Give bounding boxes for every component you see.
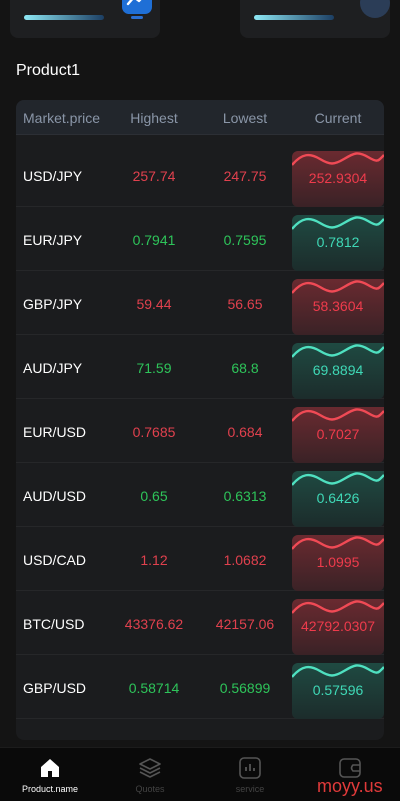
highest-value: 71.59 — [136, 360, 172, 376]
tab-label: Product.name — [21, 784, 79, 794]
quotes-table: Market.price Highest Lowest Current USD/… — [16, 100, 384, 740]
current-price-box: 0.7812 — [292, 215, 384, 271]
chart-monitor-stand — [131, 16, 143, 19]
column-header-current: Current — [314, 110, 362, 126]
current-value: 69.8894 — [312, 362, 364, 378]
current-price-box: 42792.0307 — [292, 599, 384, 655]
table-row[interactable]: GBP/JPY 59.44 56.65 58.3604 — [16, 271, 384, 335]
lowest-value: 68.8 — [231, 360, 259, 376]
current-value: 252.9304 — [308, 170, 368, 186]
table-row[interactable]: AUD/USD 0.65 0.6313 0.6426 — [16, 463, 384, 527]
symbol-label: BTC/USD — [23, 616, 85, 632]
bell-backdrop — [360, 0, 390, 18]
symbol-label: GBP/JPY — [23, 296, 83, 312]
top-card-left[interactable] — [10, 0, 160, 38]
symbol-label: USD/JPY — [23, 168, 83, 184]
table-row[interactable]: EUR/USD 0.7685 0.684 0.7027 — [16, 399, 384, 463]
home-icon — [41, 759, 59, 777]
highest-value: 43376.62 — [124, 616, 184, 632]
tab-label: service — [235, 784, 265, 794]
watermark: moyy.us — [317, 776, 383, 796]
symbol-label: AUD/JPY — [23, 360, 83, 376]
highest-value: 0.58714 — [128, 680, 180, 696]
table-row[interactable]: GBP/USD 0.58714 0.56899 0.57596 — [16, 655, 384, 719]
tab-service[interactable]: service — [200, 748, 300, 801]
lowest-value: 1.0682 — [223, 552, 267, 568]
table-row[interactable]: USD/CAD 1.12 1.0682 1.0995 — [16, 527, 384, 591]
column-header-lowest: Lowest — [222, 110, 268, 126]
current-price-box: 0.6426 — [292, 471, 384, 527]
table-row[interactable]: EUR/JPY 0.7941 0.7595 0.7812 — [16, 207, 384, 271]
page-title: Product1 — [16, 62, 81, 79]
highest-value: 0.65 — [140, 488, 168, 504]
current-value: 42792.0307 — [301, 618, 375, 634]
tab-home[interactable]: Product.name — [0, 748, 100, 801]
symbol-label: AUD/USD — [23, 488, 87, 504]
current-value: 0.7812 — [316, 234, 360, 250]
highest-value: 0.7685 — [132, 424, 176, 440]
current-value: 0.6426 — [316, 490, 360, 506]
top-card-right[interactable] — [240, 0, 390, 38]
lowest-value: 0.56899 — [219, 680, 271, 696]
table-row[interactable]: USD/JPY 257.74 247.75 252.9304 — [16, 143, 384, 207]
symbol-label: GBP/USD — [23, 680, 87, 696]
table-row[interactable]: AUD/JPY 71.59 68.8 69.8894 — [16, 335, 384, 399]
column-header-highest: Highest — [130, 110, 178, 126]
lowest-value: 56.65 — [227, 296, 263, 312]
current-price-box: 0.7027 — [292, 407, 384, 463]
chart-monitor-icon — [122, 0, 152, 14]
highest-value: 1.12 — [140, 552, 168, 568]
current-price-box: 252.9304 — [292, 151, 384, 207]
tab-label: Quotes — [135, 784, 165, 794]
highest-value: 257.74 — [132, 168, 176, 184]
current-value: 0.7027 — [316, 426, 360, 442]
lowest-value: 0.7595 — [223, 232, 267, 248]
column-header-market: Market.price — [23, 110, 101, 126]
current-price-box: 69.8894 — [292, 343, 384, 399]
table-header: Market.price Highest Lowest Current — [16, 100, 384, 135]
highest-value: 59.44 — [136, 296, 172, 312]
lowest-value: 0.6313 — [223, 488, 267, 504]
current-price-box: 1.0995 — [292, 535, 384, 591]
lowest-value: 0.684 — [227, 424, 263, 440]
tab-quotes[interactable]: Quotes — [100, 748, 200, 801]
current-value: 0.57596 — [312, 682, 364, 698]
symbol-label: EUR/USD — [23, 424, 87, 440]
layers-icon — [139, 758, 161, 778]
lowest-value: 42157.06 — [215, 616, 275, 632]
bar-chart-icon — [239, 757, 261, 779]
highest-value: 0.7941 — [132, 232, 176, 248]
current-value: 1.0995 — [316, 554, 360, 570]
lowest-value: 247.75 — [223, 168, 267, 184]
symbol-label: USD/CAD — [23, 552, 87, 568]
current-value: 58.3604 — [312, 298, 364, 314]
symbol-label: EUR/JPY — [23, 232, 83, 248]
table-row[interactable]: BTC/USD 43376.62 42157.06 42792.0307 — [16, 591, 384, 655]
top-card-progress — [24, 15, 104, 20]
current-price-box: 0.57596 — [292, 663, 384, 719]
top-card-progress — [254, 15, 334, 20]
current-price-box: 58.3604 — [292, 279, 384, 335]
